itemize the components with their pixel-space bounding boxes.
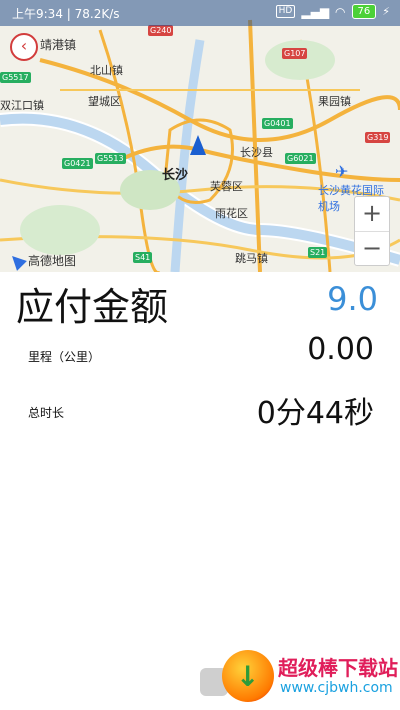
network-speed: 78.2K/s — [74, 7, 120, 21]
road-badge: G5513 — [95, 153, 126, 164]
signal-icon: ▂▄▆ — [301, 4, 330, 19]
map-label: 望城区 — [88, 95, 121, 108]
watermark-site-name: 超级棒下载站 — [278, 656, 398, 680]
status-time: 上午9:34 — [12, 7, 63, 21]
map-label: 果园镇 — [318, 95, 351, 108]
duration-label: 总时长 — [28, 406, 65, 420]
amount-value: 9.0 — [327, 280, 378, 318]
road-badge: G319 — [365, 132, 391, 143]
map-label: 北山镇 — [90, 64, 123, 77]
status-bar: 上午9:34 | 78.2K/s HD ▂▄▆ ◠ 76 ⚡ — [0, 0, 400, 26]
airport-icon: ✈ — [335, 162, 349, 181]
map-label: 靖港镇 — [40, 38, 77, 52]
road-badge: G5517 — [0, 72, 31, 83]
chevron-left-icon: ‹ — [20, 36, 28, 55]
distance-label: 里程（公里） — [28, 350, 101, 364]
status-left: 上午9:34 | 78.2K/s — [12, 7, 120, 21]
zoom-control: + − — [354, 196, 390, 266]
map-label: 双江口镇 — [0, 99, 44, 112]
distance-value: 0.00 — [307, 332, 374, 367]
road-badge: G107 — [282, 48, 308, 59]
battery-icon: 76 — [351, 4, 377, 19]
status-right: HD ▂▄▆ ◠ 76 ⚡ — [275, 4, 390, 19]
map-provider-label: 高德地图 — [28, 254, 77, 268]
gaode-logo-icon — [7, 250, 27, 271]
download-site-logo-icon: ↓ — [222, 650, 274, 702]
zoom-in-button[interactable]: + — [355, 197, 389, 232]
sim-hd-icon: HD — [275, 5, 296, 18]
amount-label: 应付金额 — [16, 285, 169, 329]
map-label: 长沙 — [162, 168, 189, 183]
road-badge: G240 — [148, 25, 174, 36]
map-label: 长沙县 — [240, 146, 273, 159]
road-badge: G0401 — [262, 118, 293, 129]
zoom-out-button[interactable]: − — [355, 232, 389, 266]
watermark-url: www.cjbwh.com — [280, 680, 393, 696]
road-badge: S21 — [308, 247, 328, 258]
fare-panel: 应付金额 9.0 里程（公里） 0.00 总时长 0分44秒 — [0, 272, 400, 710]
watermark: ↓ 超级棒下载站 www.cjbwh.com — [220, 650, 400, 708]
road-badge: G0421 — [62, 158, 93, 169]
road-badge: G6021 — [285, 153, 316, 164]
wifi-icon: ◠ — [335, 4, 346, 19]
map-label: 雨花区 — [215, 207, 248, 220]
back-button[interactable]: ‹ — [10, 33, 38, 61]
map-label: 跳马镇 — [235, 252, 268, 265]
current-location-icon — [190, 135, 206, 155]
map-provider-logo: 高德地图 — [7, 250, 77, 271]
duration-value: 0分44秒 — [256, 396, 374, 431]
road-badge: S41 — [133, 252, 153, 263]
charging-icon: ⚡ — [382, 5, 390, 18]
map-label: 芙蓉区 — [210, 180, 243, 193]
